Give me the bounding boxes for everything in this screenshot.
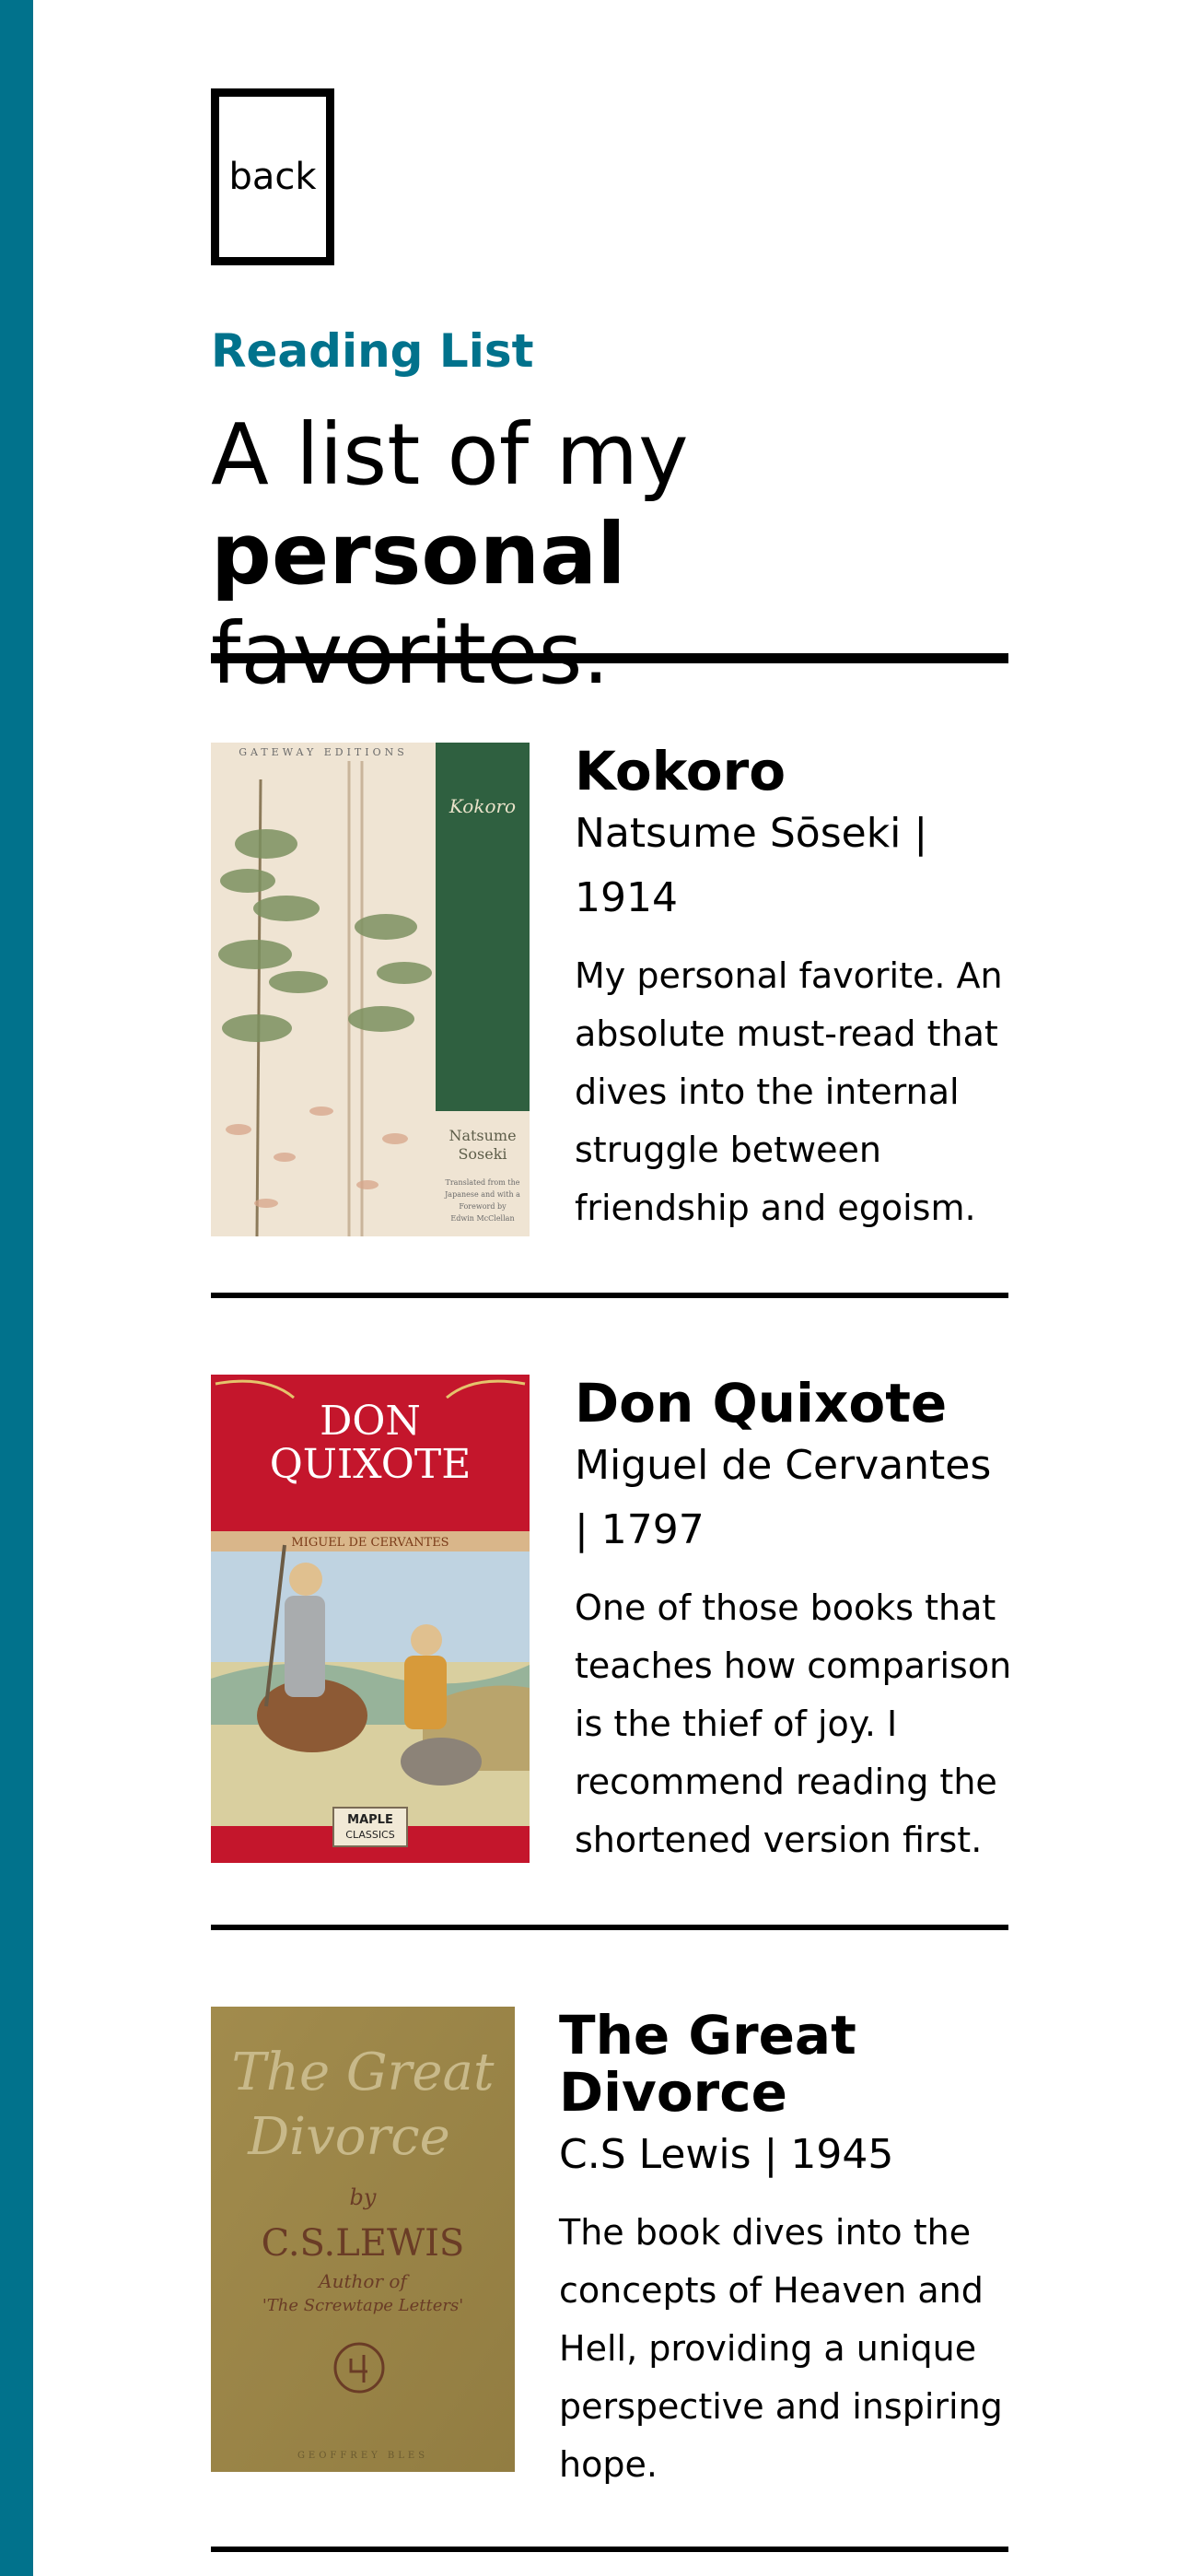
cover-title-2: QUIXOTE bbox=[270, 1441, 472, 1488]
book-info: Kokoro Natsume Sōseki | 1914 My personal… bbox=[575, 743, 1017, 1237]
cover-note-4: Edwin McClellan bbox=[450, 1214, 514, 1223]
cover-author: C.S.LEWIS bbox=[262, 2222, 465, 2265]
title-emphasis: personal bbox=[211, 505, 626, 603]
cover-badge-2: CLASSICS bbox=[345, 1829, 394, 1841]
header-divider bbox=[211, 653, 1008, 663]
cover-author-1: Natsume bbox=[448, 1127, 516, 1144]
cover-title: Kokoro bbox=[448, 795, 516, 817]
cover-note-1: Translated from the bbox=[446, 1178, 520, 1187]
book-card-don-quixote: DON QUIXOTE MIGUEL DE CERVANTES MAPLE CL… bbox=[211, 1375, 1011, 1872]
cover-by: by bbox=[350, 2184, 377, 2210]
cover-publisher: GATEWAY EDITIONS bbox=[239, 746, 408, 758]
book-author-year: Miguel de Cervantes | 1797 bbox=[575, 1442, 992, 1553]
book-description: My personal favorite. An absolute must-r… bbox=[575, 955, 1003, 1228]
book-description: One of those books that teaches how comp… bbox=[575, 1587, 1012, 1860]
book-author-year: Natsume Sōseki | 1914 bbox=[575, 810, 928, 921]
book-title: The Great Divorce bbox=[559, 2004, 856, 2124]
cover-author: MIGUEL DE CERVANTES bbox=[291, 1536, 448, 1550]
book-divider bbox=[211, 1293, 1008, 1298]
book-divider bbox=[211, 2547, 1008, 2552]
left-accent-bar bbox=[0, 0, 33, 2576]
cover-badge-1: MAPLE bbox=[347, 1813, 393, 1827]
book-title: Kokoro bbox=[575, 740, 786, 802]
cover-note-3: Foreword by bbox=[459, 1202, 507, 1211]
book-author-year: C.S Lewis | 1945 bbox=[559, 2131, 894, 2178]
book-cover-great-divorce: The Great Divorce by C.S.LEWIS Author of… bbox=[211, 2007, 515, 2472]
book-cover-kokoro: GATEWAY EDITIONS Kokoro Natsume Soseki T… bbox=[211, 743, 530, 1236]
back-button[interactable]: back bbox=[211, 88, 334, 265]
book-title: Don Quixote bbox=[575, 1372, 948, 1434]
book-description: The book dives into the concepts of Heav… bbox=[559, 2212, 1003, 2485]
cover-note-2: Japanese and with a bbox=[444, 1190, 520, 1199]
book-info: Don Quixote Miguel de Cervantes | 1797 O… bbox=[575, 1375, 1017, 1869]
cover-author-2: Soseki bbox=[458, 1145, 507, 1163]
cover-title-1: The Great bbox=[232, 2043, 495, 2102]
book-card-great-divorce: The Great Divorce by C.S.LEWIS Author of… bbox=[211, 2007, 1008, 2504]
cover-title-1: DON bbox=[320, 1398, 421, 1445]
book-card-kokoro: GATEWAY EDITIONS Kokoro Natsume Soseki T… bbox=[211, 743, 1008, 1240]
cover-sub-2: 'The Screwtape Letters' bbox=[262, 2296, 463, 2315]
title-prefix: A list of my bbox=[211, 405, 689, 504]
book-cover-don-quixote: DON QUIXOTE MIGUEL DE CERVANTES MAPLE CL… bbox=[211, 1375, 530, 1863]
book-divider bbox=[211, 1925, 1008, 1930]
section-eyebrow: Reading List bbox=[211, 324, 534, 378]
cover-publisher: GEOFFREY BLES bbox=[297, 2451, 428, 2461]
cover-title-2: Divorce bbox=[247, 2107, 449, 2167]
book-info: The Great Divorce C.S Lewis | 1945 The b… bbox=[559, 2007, 1010, 2494]
cover-sub-1: Author of bbox=[317, 2270, 410, 2292]
